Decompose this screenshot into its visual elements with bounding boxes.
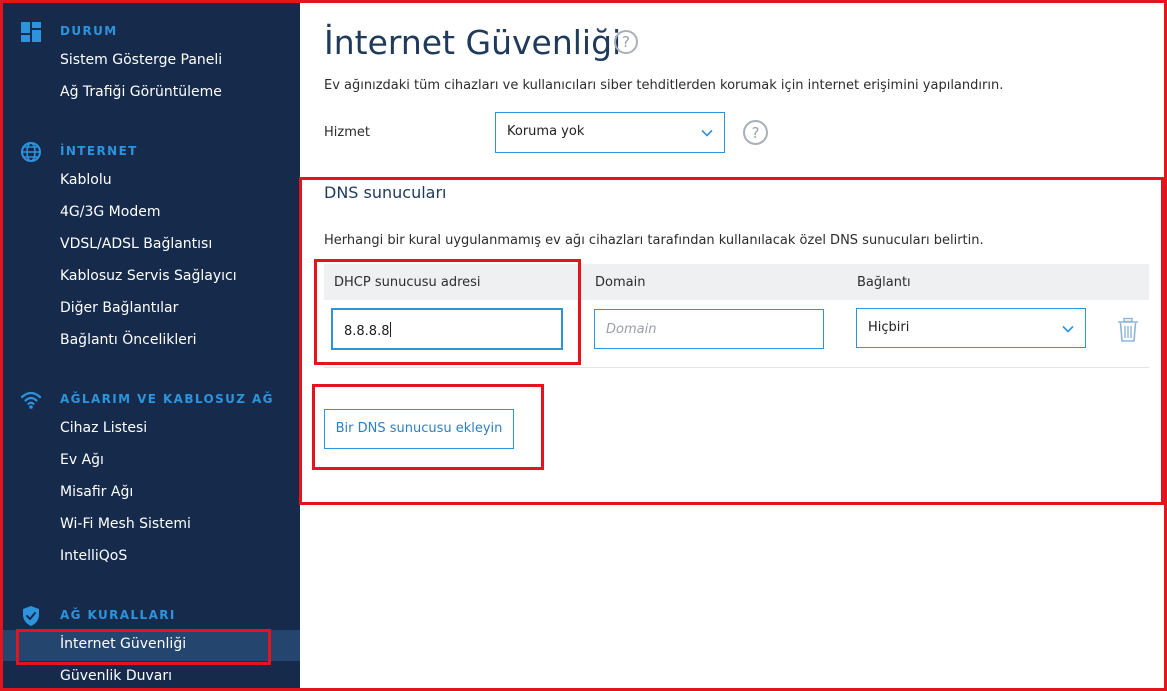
- shield-icon: [23, 606, 39, 626]
- section-title: AĞLARIM VE KABLOSUZ AĞ: [60, 392, 274, 406]
- main-content: İnternet Güvenliği ? Ev ağınızdaki tüm c…: [300, 3, 1164, 691]
- sidebar-item-vdsl[interactable]: VDSL/ADSL Bağlantısı: [60, 236, 212, 252]
- column-domain: Domain: [595, 275, 646, 290]
- service-label: Hizmet: [324, 125, 370, 140]
- service-select[interactable]: Koruma yok: [495, 112, 725, 153]
- column-connection: Bağlantı: [857, 275, 911, 290]
- chevron-down-icon: [1062, 325, 1074, 333]
- dns-table-header: DHCP sunucusu adresi Domain Bağlantı: [324, 264, 1149, 300]
- service-help-icon[interactable]: ?: [743, 120, 768, 145]
- dhcp-address-input[interactable]: 8.8.8.8: [331, 308, 563, 350]
- sidebar-item-firewall[interactable]: Güvenlik Duvarı: [60, 668, 172, 684]
- section-header-durum: DURUM: [3, 20, 300, 44]
- sidebar-item-traffic-view[interactable]: Ağ Trafiği Görüntüleme: [60, 84, 222, 100]
- chevron-down-icon: [701, 129, 713, 137]
- sidebar-item-wireless-provider[interactable]: Kablosuz Servis Sağlayıcı: [60, 268, 237, 284]
- trash-icon[interactable]: [1117, 317, 1139, 343]
- sidebar-item-intelliqos[interactable]: IntelliQoS: [60, 548, 127, 564]
- sidebar-item-home-network[interactable]: Ev Ağı: [60, 452, 104, 468]
- section-header-network-rules: AĞ KURALLARI: [3, 604, 300, 628]
- section-title: İNTERNET: [60, 144, 138, 158]
- sidebar-item-other-connections[interactable]: Diğer Bağlantılar: [60, 300, 178, 316]
- sidebar-item-wired[interactable]: Kablolu: [60, 172, 112, 188]
- sidebar-item-internet-security[interactable]: İnternet Güvenliği: [60, 636, 186, 652]
- connection-select-value: Hiçbiri: [868, 320, 910, 335]
- sidebar-item-system-dashboard[interactable]: Sistem Gösterge Paneli: [60, 52, 222, 68]
- domain-input[interactable]: Domain: [594, 309, 824, 349]
- dns-description: Herhangi bir kural uygulanmamış ev ağı c…: [324, 233, 984, 248]
- sidebar-item-guest-network[interactable]: Misafir Ağı: [60, 484, 133, 500]
- sidebar-item-mesh-system[interactable]: Wi-Fi Mesh Sistemi: [60, 516, 191, 532]
- sidebar-item-device-list[interactable]: Cihaz Listesi: [60, 420, 147, 436]
- column-dhcp-address: DHCP sunucusu adresi: [334, 275, 481, 290]
- table-row-divider: [324, 367, 1149, 368]
- page-title: İnternet Güvenliği: [324, 23, 622, 62]
- domain-placeholder: Domain: [606, 322, 657, 337]
- sidebar: DURUM Sistem Gösterge Paneli Ağ Trafiği …: [3, 3, 300, 691]
- globe-icon: [21, 142, 41, 162]
- section-title: AĞ KURALLARI: [60, 608, 176, 622]
- add-dns-server-button[interactable]: Bir DNS sunucusu ekleyin: [324, 409, 514, 449]
- section-title: DURUM: [60, 24, 118, 38]
- dhcp-address-value: 8.8.8.8: [344, 322, 392, 339]
- dashboard-icon: [21, 22, 41, 42]
- sidebar-item-modem[interactable]: 4G/3G Modem: [60, 204, 160, 220]
- connection-select[interactable]: Hiçbiri: [856, 308, 1086, 348]
- help-icon[interactable]: ?: [614, 30, 638, 54]
- section-header-internet: İNTERNET: [3, 140, 300, 164]
- page-description: Ev ağınızdaki tüm cihazları ve kullanıcı…: [324, 78, 1004, 93]
- service-select-value: Koruma yok: [507, 124, 585, 139]
- dns-section-title: DNS sunucuları: [324, 183, 447, 202]
- sidebar-item-connection-priorities[interactable]: Bağlantı Öncelikleri: [60, 332, 196, 348]
- section-header-networks: AĞLARIM VE KABLOSUZ AĞ: [3, 388, 300, 412]
- wifi-icon: [20, 391, 42, 409]
